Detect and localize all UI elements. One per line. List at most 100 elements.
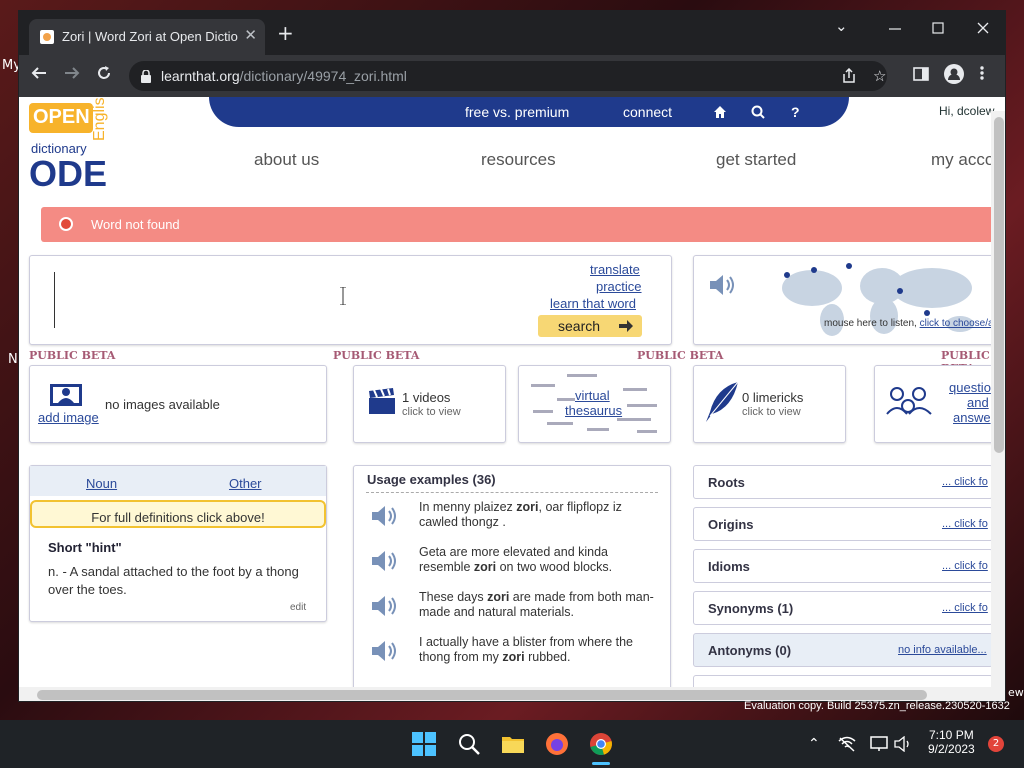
minimize-icon[interactable]: [889, 21, 901, 39]
synonyms-link[interactable]: ... click fo: [942, 602, 988, 614]
usage-text-pre: In menny plaizez: [419, 500, 517, 514]
reload-icon[interactable]: [96, 65, 112, 86]
nav-resources[interactable]: resources: [481, 150, 556, 170]
forward-icon[interactable]: [64, 65, 80, 86]
close-tab-icon[interactable]: ✕: [244, 26, 257, 44]
free-vs-premium-link[interactable]: free vs. premium: [465, 104, 569, 120]
help-icon[interactable]: ?: [791, 104, 800, 120]
tray-chevron-icon[interactable]: ⌃: [808, 736, 832, 760]
roots-row[interactable]: Roots ... click fo: [693, 465, 993, 499]
limericks-card[interactable]: 0 limericks click to view: [693, 365, 846, 443]
hint-body: n. - A sandal attached to the foot by a …: [48, 564, 299, 597]
full-definitions-banner[interactable]: For full definitions click above!: [30, 500, 326, 528]
limericks-count: 0 limericks: [742, 390, 804, 405]
address-bar[interactable]: learnthat.org/dictionary/49974_zori.html…: [129, 61, 887, 91]
site-logo[interactable]: OPEN English dictionary ODE: [29, 97, 119, 194]
usage-example: These days zori are made from both man-m…: [370, 590, 660, 630]
system-clock[interactable]: 7:10 PM 9/2/2023: [928, 728, 975, 756]
other-tab[interactable]: Other: [229, 476, 262, 491]
evaluation-watermark: Evaluation copy. Build 25375.zn_release.…: [744, 700, 1010, 712]
video-clapper-icon: [368, 388, 396, 420]
translate-link[interactable]: translate: [590, 262, 640, 277]
network-icon[interactable]: [838, 736, 862, 760]
vertical-scroll-thumb[interactable]: [994, 117, 1004, 453]
idioms-row[interactable]: Idioms ... click fo: [693, 549, 993, 583]
bookmark-star-icon[interactable]: ☆: [873, 67, 886, 85]
menu-dots-icon[interactable]: [979, 65, 985, 86]
nav-about-us[interactable]: about us: [254, 150, 319, 170]
share-icon[interactable]: [841, 67, 857, 88]
antonyms-label: Antonyms (0): [708, 643, 792, 658]
usage-example-text: In menny plaizez zori, oar flipflopz iz …: [419, 500, 659, 530]
learn-that-word-link[interactable]: learn that word: [550, 296, 636, 311]
browser-tab[interactable]: Zori | Word Zori at Open Dictionary ✕: [29, 19, 265, 55]
search-button-label: search: [558, 318, 601, 334]
window-close-icon[interactable]: [977, 20, 989, 38]
home-icon[interactable]: [713, 105, 727, 123]
limericks-sub: click to view: [742, 406, 801, 418]
file-explorer-icon[interactable]: [501, 732, 525, 756]
listen-panel[interactable]: mouse here to listen, click to choose/ad…: [693, 255, 1005, 345]
connect-link[interactable]: connect: [623, 104, 672, 120]
horizontal-scroll-thumb[interactable]: [37, 690, 927, 700]
listen-text: mouse here to listen,: [824, 318, 917, 329]
public-beta-label-1: PUBLIC BETA: [29, 349, 116, 362]
user-greeting[interactable]: Hi, dcolew: [939, 104, 994, 118]
origins-row[interactable]: Origins ... click fo: [693, 507, 993, 541]
practice-link[interactable]: practice: [596, 279, 642, 294]
volume-icon[interactable]: [894, 735, 918, 760]
antonyms-row[interactable]: Antonyms (0) no info available...: [693, 633, 993, 667]
alert-icon: [59, 217, 73, 231]
speaker-icon[interactable]: [708, 270, 738, 304]
chrome-icon[interactable]: [589, 732, 613, 756]
idioms-link[interactable]: ... click fo: [942, 560, 988, 572]
qa-link-1[interactable]: questio: [949, 380, 991, 395]
add-image-link[interactable]: add image: [38, 410, 99, 425]
speaker-icon[interactable]: [370, 637, 400, 669]
top-menu-bar: free vs. premium connect ?: [209, 97, 849, 127]
nav-get-started[interactable]: get started: [716, 150, 796, 170]
search-icon[interactable]: [751, 105, 765, 123]
nav-my-account[interactable]: my acco: [931, 150, 994, 170]
search-button[interactable]: search: [538, 315, 642, 337]
side-panel-icon[interactable]: [913, 66, 929, 87]
usage-example-text: Geta are more elevated and kinda resembl…: [419, 545, 659, 575]
new-tab-icon[interactable]: +: [277, 23, 294, 43]
qa-card[interactable]: questio and answe: [874, 365, 1004, 443]
usage-example: I actually have a blister from where the…: [370, 635, 660, 675]
synonyms-row[interactable]: Synonyms (1) ... click fo: [693, 591, 993, 625]
back-icon[interactable]: [31, 65, 47, 86]
taskbar-search-icon[interactable]: [457, 732, 481, 756]
tab-search-chevron-icon[interactable]: ⌄: [835, 17, 848, 35]
chrome-active-indicator: [592, 762, 610, 765]
speaker-icon[interactable]: [370, 592, 400, 624]
speaker-icon[interactable]: [370, 547, 400, 579]
thesaurus-link[interactable]: thesaurus: [565, 403, 622, 418]
url-text: learnthat.org/dictionary/49974_zori.html: [161, 68, 407, 84]
notification-badge[interactable]: 2: [988, 736, 1004, 752]
qa-link-2[interactable]: and: [967, 395, 989, 410]
usage-example-text: I actually have a blister from where the…: [419, 635, 659, 665]
noun-tab[interactable]: Noun: [86, 476, 117, 491]
firefox-icon[interactable]: [545, 732, 569, 756]
qa-link-3[interactable]: answe: [953, 410, 991, 425]
origins-link[interactable]: ... click fo: [942, 518, 988, 530]
roots-link[interactable]: ... click fo: [942, 476, 988, 488]
thesaurus-card[interactable]: virtual thesaurus: [518, 365, 671, 443]
vertical-scrollbar[interactable]: [991, 111, 1005, 701]
add-image-icon[interactable]: [48, 380, 84, 412]
windows-start-icon[interactable]: [412, 732, 436, 756]
images-card: add image no images available: [29, 365, 327, 443]
antonyms-link[interactable]: no info available...: [898, 644, 987, 656]
public-beta-label-3: PUBLIC BETA: [637, 349, 724, 362]
display-icon[interactable]: [870, 736, 894, 760]
public-beta-label-2: PUBLIC BETA: [333, 349, 420, 362]
search-input[interactable]: [54, 272, 55, 328]
speaker-icon[interactable]: [370, 502, 400, 534]
videos-card[interactable]: 1 videos click to view: [353, 365, 506, 443]
profile-icon[interactable]: [944, 64, 964, 89]
edit-link[interactable]: edit: [290, 602, 306, 613]
desktop-label-2: N: [8, 352, 18, 367]
maximize-icon[interactable]: [932, 20, 944, 38]
virtual-link[interactable]: virtual: [575, 388, 610, 403]
